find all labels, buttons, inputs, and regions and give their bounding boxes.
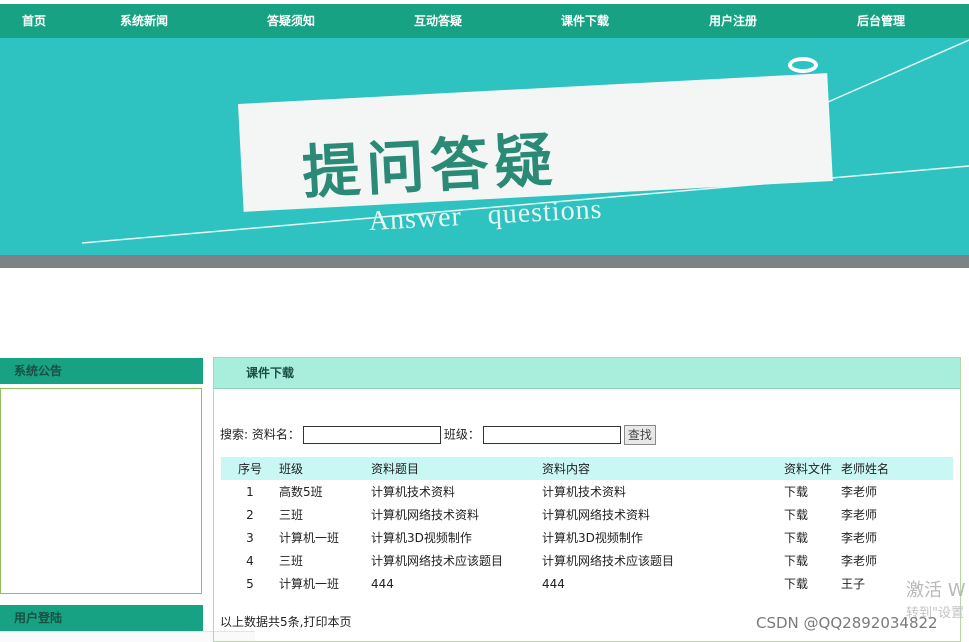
- cell-content: 444: [542, 576, 565, 591]
- download-link[interactable]: 下载: [784, 549, 841, 572]
- courseware-title: 课件下载: [246, 366, 295, 380]
- cell-index: 1: [246, 484, 254, 499]
- activate-windows-watermark: 激活 W: [906, 580, 966, 601]
- nav-item-home[interactable]: 首页: [22, 4, 46, 38]
- material-name-input[interactable]: [302, 425, 441, 444]
- cell-class: 高数5班: [279, 485, 323, 499]
- nav-item-interactive-qa[interactable]: 互动答疑: [414, 4, 462, 38]
- announcement-header: 系统公告: [0, 358, 203, 384]
- download-link[interactable]: 下载: [784, 480, 841, 503]
- col-header-class: 班级: [279, 457, 371, 480]
- download-link[interactable]: 下载: [784, 572, 841, 595]
- cell-class: 计算机一班: [279, 577, 340, 591]
- nav-item-register[interactable]: 用户注册: [709, 4, 757, 38]
- cell-content: 计算机网络技术资料: [542, 508, 651, 522]
- courseware-panel: 课件下载 搜索: 资料名： 班级： 查找 序号 班级 资料题目 资料内容 资料文件 …: [213, 357, 961, 642]
- login-title: 用户登陆: [14, 611, 63, 625]
- courseware-table: 序号 班级 资料题目 资料内容 资料文件 老师姓名 1 高数5班 计算机技术资料…: [221, 457, 953, 595]
- search-label: 搜索: 资料名：: [220, 427, 300, 442]
- table-row: 5 计算机一班 444 444 下载 王子: [221, 572, 953, 595]
- col-header-title: 资料题目: [371, 457, 542, 480]
- top-nav: 首页 系统新闻 答疑须知 互动答疑 课件下载 用户注册 后台管理: [0, 4, 969, 38]
- table-row: 2 三班 计算机网络技术资料 计算机网络技术资料 下载 李老师: [221, 503, 953, 526]
- col-header-index: 序号: [221, 457, 279, 480]
- cell-class: 三班: [279, 508, 304, 522]
- download-link[interactable]: 下载: [784, 503, 841, 526]
- cell-class: 计算机一班: [279, 531, 340, 545]
- ring-icon: [788, 57, 818, 73]
- search-bar: 搜索: 资料名： 班级： 查找: [220, 424, 656, 446]
- nav-item-news[interactable]: 系统新闻: [120, 4, 168, 38]
- class-label: 班级：: [443, 427, 480, 442]
- cell-teacher: 李老师: [841, 485, 878, 499]
- cell-title: 计算机网络技术资料: [371, 508, 480, 522]
- announcement-panel: [0, 388, 202, 594]
- cell-index: 3: [246, 530, 254, 545]
- cell-index: 5: [246, 576, 254, 591]
- table-row: 3 计算机一班 计算机3D视频制作 计算机3D视频制作 下载 李老师: [221, 526, 953, 549]
- cell-index: 4: [246, 553, 254, 568]
- class-input[interactable]: [482, 425, 621, 444]
- page: 首页 系统新闻 答疑须知 互动答疑 课件下载 用户注册 后台管理 提问答疑 An…: [0, 0, 969, 642]
- banner: 提问答疑 Answer questions: [0, 38, 969, 255]
- cell-title: 444: [371, 576, 394, 591]
- col-header-teacher: 老师姓名: [841, 457, 953, 480]
- cell-index: 2: [246, 507, 254, 522]
- nav-item-courseware[interactable]: 课件下载: [561, 4, 609, 38]
- nav-item-admin[interactable]: 后台管理: [857, 4, 905, 38]
- col-header-file: 资料文件: [784, 457, 841, 480]
- record-count-print[interactable]: 以上数据共5条,打印本页: [220, 613, 351, 630]
- table-header-row: 序号 班级 资料题目 资料内容 资料文件 老师姓名: [221, 457, 953, 480]
- download-link[interactable]: 下载: [784, 526, 841, 549]
- login-header: 用户登陆: [0, 605, 203, 631]
- cell-class: 三班: [279, 554, 304, 568]
- cell-content: 计算机3D视频制作: [542, 531, 643, 545]
- cell-title: 计算机技术资料: [371, 485, 456, 499]
- announcement-title: 系统公告: [14, 364, 63, 378]
- cell-content: 计算机技术资料: [542, 485, 627, 499]
- col-header-content: 资料内容: [542, 457, 784, 480]
- cell-teacher: 李老师: [841, 554, 878, 568]
- search-button[interactable]: 查找: [623, 424, 656, 445]
- cell-content: 计算机网络技术应该题目: [542, 554, 675, 568]
- cell-teacher: 李老师: [841, 508, 878, 522]
- cell-title: 计算机3D视频制作: [371, 531, 472, 545]
- csdn-watermark: CSDN @QQ2892034822: [756, 614, 938, 632]
- nav-item-faq-notice[interactable]: 答疑须知: [267, 4, 315, 38]
- banner-bottom-bar: [0, 255, 969, 268]
- table-row: 1 高数5班 计算机技术资料 计算机技术资料 下载 李老师: [221, 480, 953, 503]
- courseware-header: 课件下载: [214, 358, 960, 389]
- cell-teacher: 李老师: [841, 531, 878, 545]
- table-row: 4 三班 计算机网络技术应该题目 计算机网络技术应该题目 下载 李老师: [221, 549, 953, 572]
- cell-title: 计算机网络技术应该题目: [371, 554, 504, 568]
